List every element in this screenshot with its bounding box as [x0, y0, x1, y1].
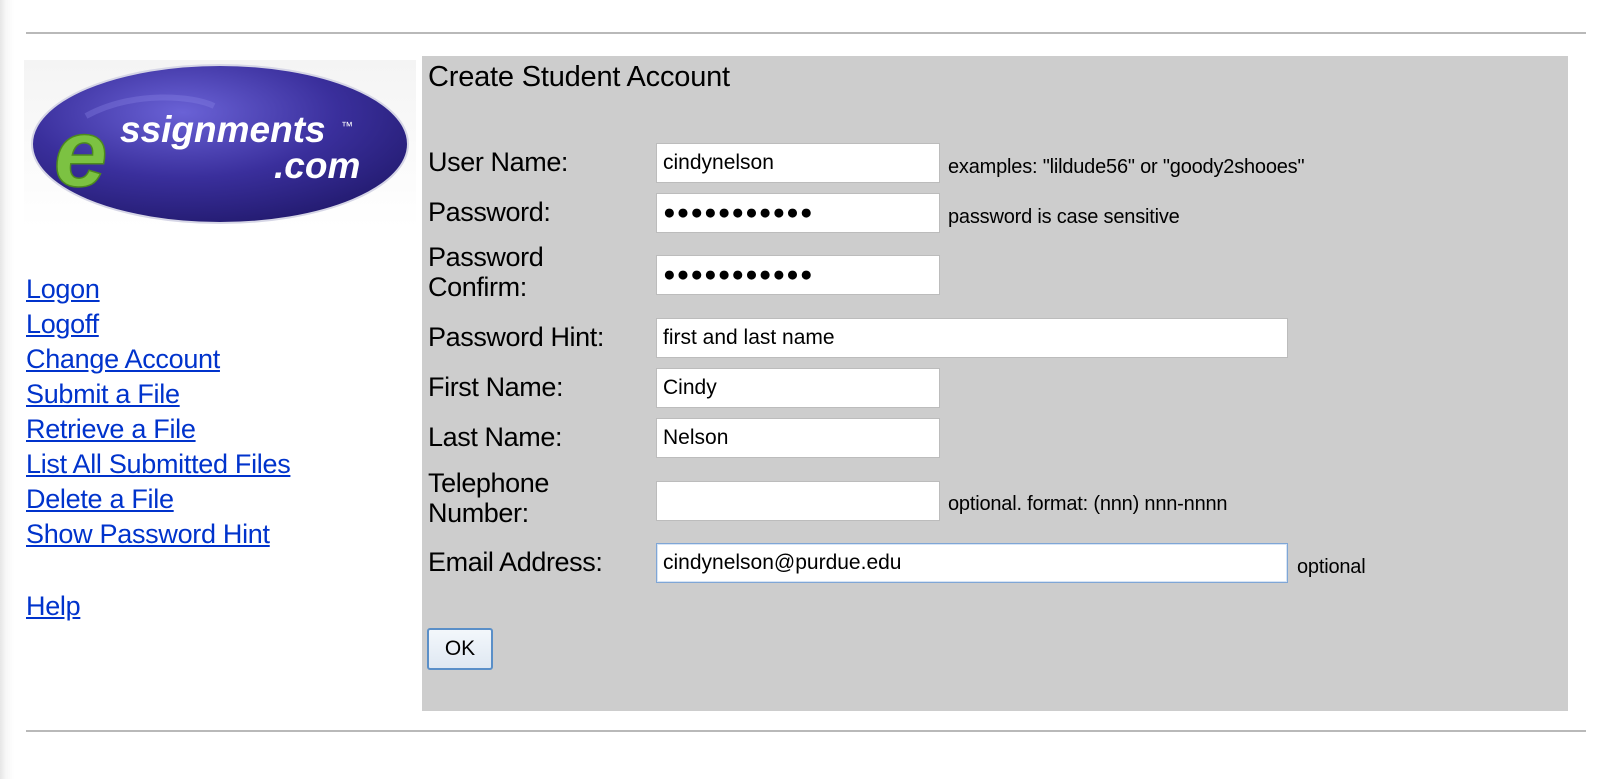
username-label: User Name:	[428, 147, 569, 177]
password-label: Password:	[428, 197, 551, 227]
nav-delete-file-link[interactable]: Delete a File	[26, 482, 406, 517]
bottom-divider	[26, 730, 1586, 732]
password-confirm-label-line1: Password	[428, 242, 544, 272]
create-account-form: Create Student Account User Name: exampl…	[422, 56, 1568, 711]
username-input[interactable]	[656, 143, 940, 183]
email-input[interactable]	[656, 543, 1288, 583]
password-confirm-input[interactable]	[656, 255, 940, 295]
left-navigation: Logon Logoff Change Account Submit a Fil…	[26, 272, 406, 624]
logo-e-letter: e	[54, 100, 107, 207]
telephone-note: optional. format: (nnn) nnn-nnnn	[948, 493, 1228, 515]
nav-logon-link[interactable]: Logon	[26, 272, 406, 307]
nav-logoff-link[interactable]: Logoff	[26, 307, 406, 342]
nav-list-files-link[interactable]: List All Submitted Files	[26, 447, 406, 482]
password-hint-input[interactable]	[656, 318, 1288, 358]
username-note: examples: "lildude56" or "goody2shooes"	[948, 156, 1305, 178]
telephone-label-line2: Number:	[428, 498, 529, 528]
nav-retrieve-file-link[interactable]: Retrieve a File	[26, 412, 406, 447]
password-input[interactable]	[656, 193, 940, 233]
last-name-label: Last Name:	[428, 422, 563, 452]
top-divider	[26, 32, 1586, 34]
first-name-label: First Name:	[428, 372, 564, 402]
password-note: password is case sensitive	[948, 206, 1180, 228]
email-label: Email Address:	[428, 547, 603, 577]
nav-submit-file-link[interactable]: Submit a File	[26, 377, 406, 412]
telephone-label-line1: Telephone	[428, 468, 550, 498]
logo-domain: .com	[274, 145, 360, 186]
telephone-label: Telephone Number:	[428, 468, 549, 528]
ok-button[interactable]: OK	[427, 628, 493, 670]
nav-help-link[interactable]: Help	[26, 589, 406, 624]
nav-change-account-link[interactable]: Change Account	[26, 342, 406, 377]
essignments-logo: e ssignments ™ .com	[24, 60, 416, 228]
telephone-input[interactable]	[656, 481, 940, 521]
password-confirm-label-line2: Confirm:	[428, 272, 527, 302]
password-confirm-label: Password Confirm:	[428, 242, 544, 302]
nav-show-hint-link[interactable]: Show Password Hint	[26, 517, 406, 552]
last-name-input[interactable]	[656, 418, 940, 458]
first-name-input[interactable]	[656, 368, 940, 408]
email-note: optional	[1297, 556, 1366, 578]
logo-wordmark: ssignments	[120, 109, 326, 150]
logo-trademark: ™	[341, 119, 353, 133]
password-hint-label: Password Hint:	[428, 322, 604, 352]
form-title: Create Student Account	[428, 61, 730, 93]
